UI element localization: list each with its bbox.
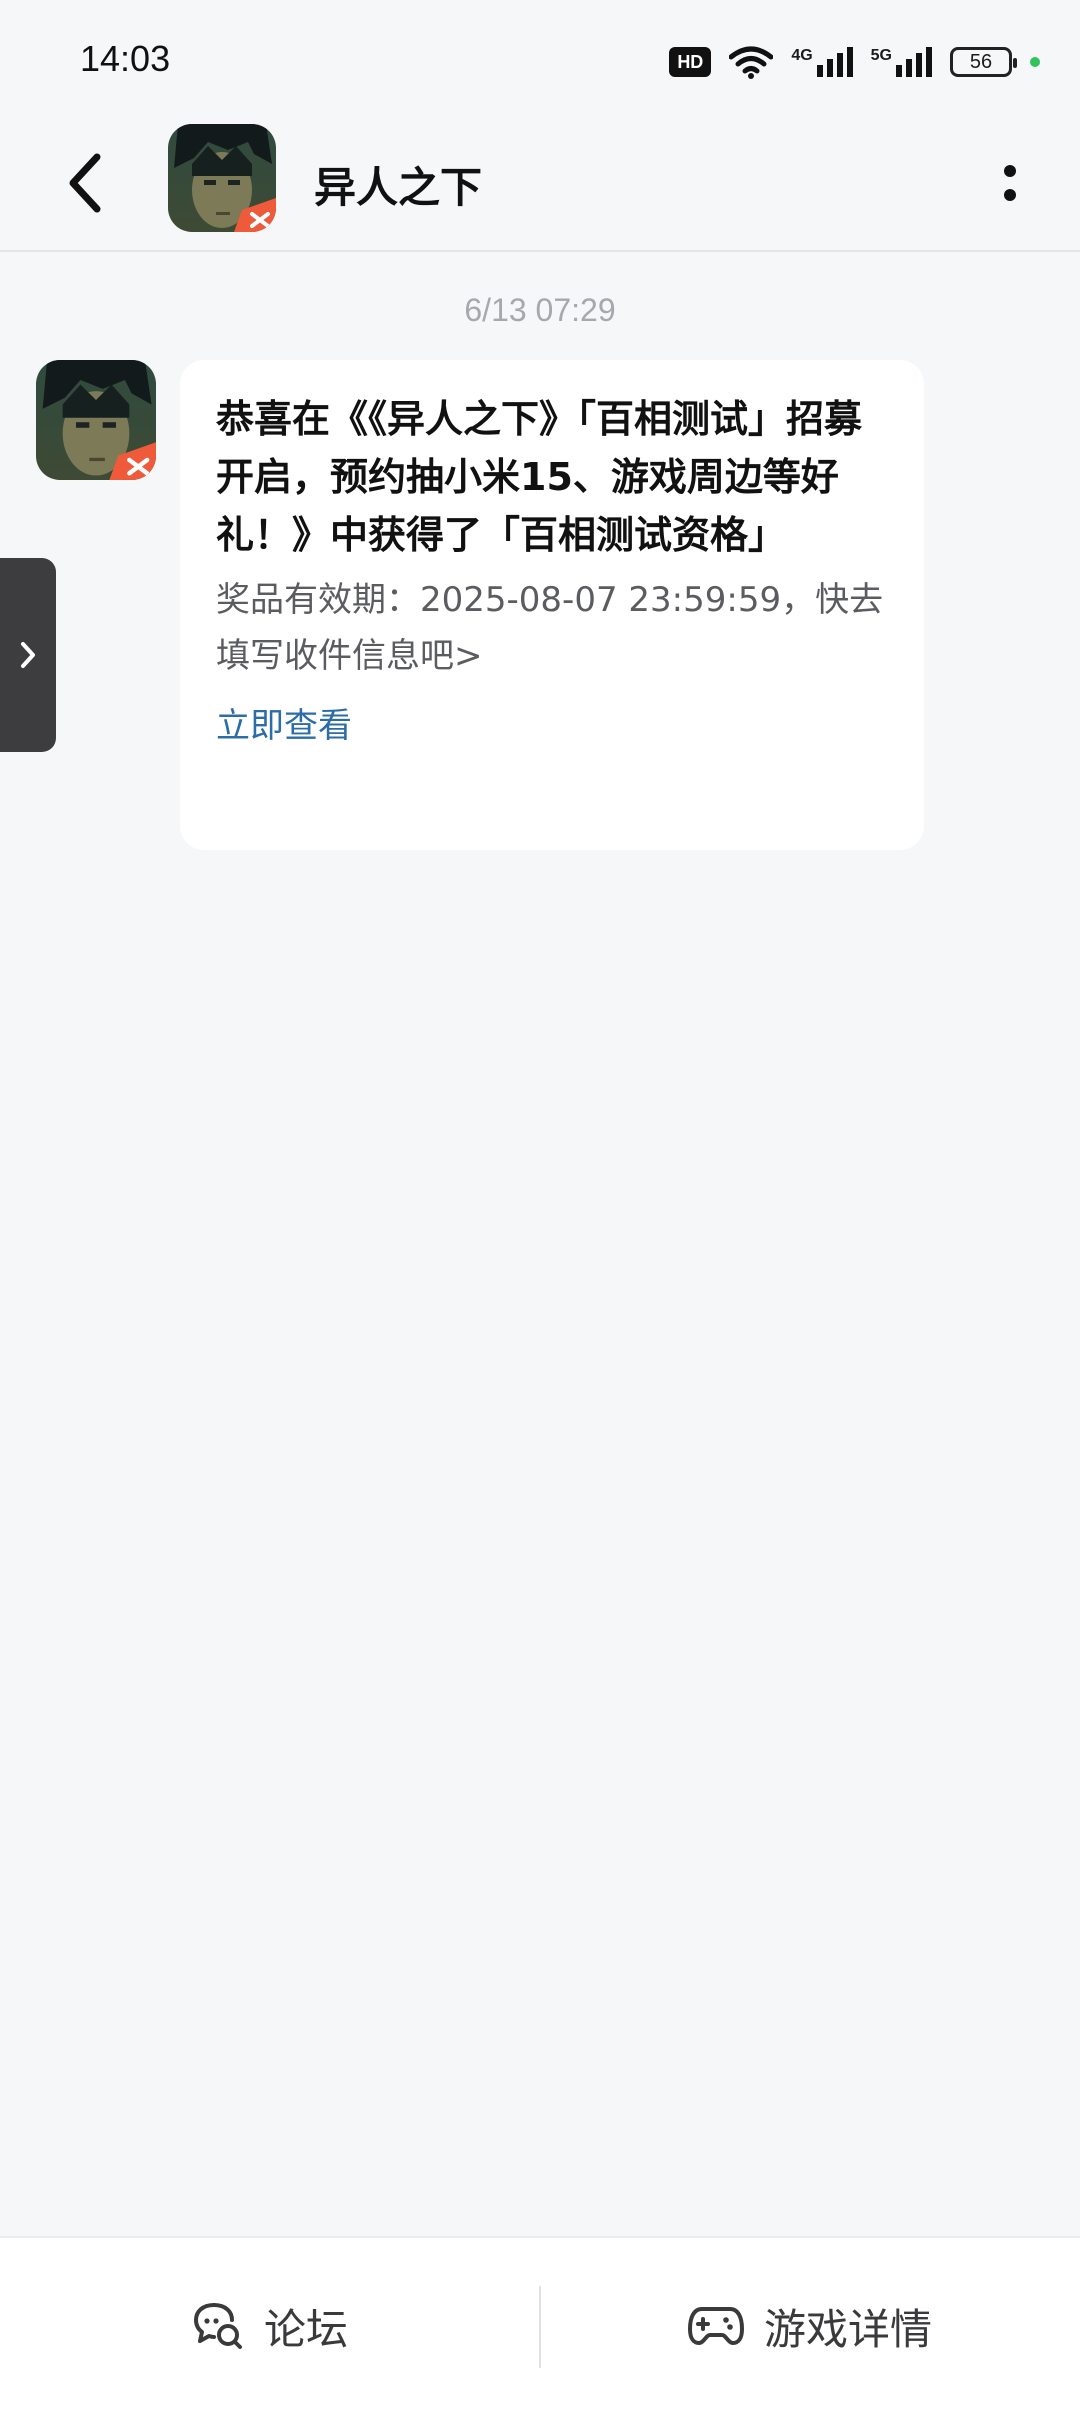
signal-5g-icon: 5G bbox=[871, 47, 932, 77]
gamepad-icon bbox=[687, 2307, 744, 2345]
forum-label: 论坛 bbox=[263, 2304, 348, 2354]
more-vertical-icon-dot bbox=[1004, 165, 1016, 177]
signal-4g-label: 4G bbox=[791, 47, 813, 64]
side-expand-tab[interactable] bbox=[0, 558, 56, 752]
chat-header: 异人之下 bbox=[0, 120, 1080, 252]
game-details-button[interactable]: 游戏详情 bbox=[540, 2238, 1080, 2414]
chevron-right-icon bbox=[21, 642, 35, 668]
view-now-link[interactable]: 立即查看 bbox=[216, 698, 888, 747]
signal-4g-icon: 4G bbox=[791, 47, 853, 77]
chat-title: 异人之下 bbox=[314, 163, 483, 212]
privacy-indicator-dot bbox=[1030, 57, 1040, 67]
status-bar: 14:03 HD 4G 5G 56 bbox=[0, 0, 1080, 120]
status-icons: HD 4G 5G 56 bbox=[669, 42, 1040, 82]
bottom-bar: 论坛 游戏详情 bbox=[0, 2236, 1080, 2414]
more-options-button[interactable] bbox=[980, 148, 1040, 218]
message-body[interactable]: 奖品有效期：2025-08-07 23:59:59，快去填写收件信息吧> bbox=[216, 572, 888, 684]
message-title: 恭喜在《《异人之下》「百相测试」招募开启，预约抽小米15、游戏周边等好礼！》中获… bbox=[216, 397, 863, 557]
more-vertical-icon-dot bbox=[1004, 189, 1016, 201]
game-details-label: 游戏详情 bbox=[763, 2304, 932, 2354]
game-avatar[interactable] bbox=[168, 124, 276, 232]
message-card[interactable]: 恭喜在《《异人之下》「百相测试」招募开启，预约抽小米15、游戏周边等好礼！》中获… bbox=[180, 360, 924, 850]
sender-avatar[interactable] bbox=[36, 360, 156, 480]
signal-5g-label: 5G bbox=[870, 47, 892, 64]
back-button[interactable] bbox=[50, 148, 120, 218]
status-time: 14:03 bbox=[80, 38, 171, 79]
wifi-icon bbox=[729, 46, 774, 79]
hd-voice-icon: HD bbox=[669, 47, 712, 77]
chevron-left-icon bbox=[69, 153, 101, 213]
forum-chat-icon bbox=[193, 2303, 242, 2349]
forum-button[interactable]: 论坛 bbox=[0, 2238, 540, 2414]
battery-icon: 56 bbox=[950, 47, 1017, 77]
message-timestamp: 6/13 07:29 bbox=[464, 292, 616, 328]
